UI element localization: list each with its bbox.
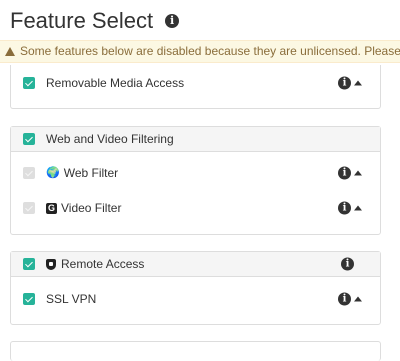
info-circle-icon[interactable]: i bbox=[338, 76, 351, 90]
info-circle-icon[interactable]: i bbox=[338, 166, 351, 180]
feature-label: Removable Media Access bbox=[46, 76, 185, 90]
info-circle-icon[interactable]: i bbox=[165, 14, 180, 28]
feature-panel-next bbox=[10, 341, 381, 361]
feature-label: Web Filter bbox=[63, 166, 119, 180]
ssl-vpn-checkbox[interactable] bbox=[23, 293, 35, 305]
info-circle-icon[interactable]: i bbox=[338, 201, 351, 215]
caret-up-icon[interactable] bbox=[354, 170, 362, 176]
feature-panel-removable-media: Removable Media Access i bbox=[10, 65, 381, 109]
feature-row-removable-media: Removable Media Access i bbox=[11, 66, 380, 100]
caret-up-icon[interactable] bbox=[354, 205, 362, 211]
license-warning-text: Some features below are disabled because… bbox=[20, 44, 400, 58]
web-video-filtering-checkbox[interactable] bbox=[23, 133, 35, 145]
feature-panel-web-video-filtering: Web and Video Filtering 🌍 Web Filter i G… bbox=[10, 126, 381, 235]
feature-row-web-filter: 🌍 Web Filter i bbox=[11, 156, 380, 190]
feature-row-ssl-vpn: SSL VPN i bbox=[11, 282, 380, 316]
removable-media-checkbox[interactable] bbox=[23, 77, 35, 89]
remote-access-checkbox[interactable] bbox=[23, 258, 35, 270]
warning-triangle-icon bbox=[5, 47, 15, 56]
web-filter-checkbox[interactable] bbox=[23, 167, 35, 179]
license-warning-banner: Some features below are disabled because… bbox=[0, 40, 400, 63]
video-filter-checkbox[interactable] bbox=[23, 202, 35, 214]
panel-heading-label: Web and Video Filtering bbox=[46, 132, 174, 146]
feature-row-video-filter: G Video Filter i bbox=[11, 191, 380, 225]
feature-label: SSL VPN bbox=[46, 292, 97, 306]
page-title: Feature Select bbox=[10, 8, 154, 33]
info-circle-icon[interactable]: i bbox=[341, 257, 354, 271]
page-header: Feature Select i bbox=[10, 6, 180, 36]
panel-heading-label: Remote Access bbox=[61, 257, 145, 271]
caret-up-icon[interactable] bbox=[354, 296, 362, 302]
feature-panel-remote-access: Remote Access i SSL VPN i bbox=[10, 251, 381, 325]
shield-icon bbox=[46, 258, 56, 270]
video-filter-icon: G bbox=[46, 202, 57, 214]
panel-heading: Web and Video Filtering bbox=[11, 127, 380, 152]
info-circle-icon[interactable]: i bbox=[338, 292, 351, 306]
panel-heading: Remote Access i bbox=[11, 252, 380, 277]
caret-up-icon[interactable] bbox=[354, 80, 362, 86]
feature-label: Video Filter bbox=[61, 201, 122, 215]
globe-icon: 🌍 bbox=[46, 167, 60, 179]
